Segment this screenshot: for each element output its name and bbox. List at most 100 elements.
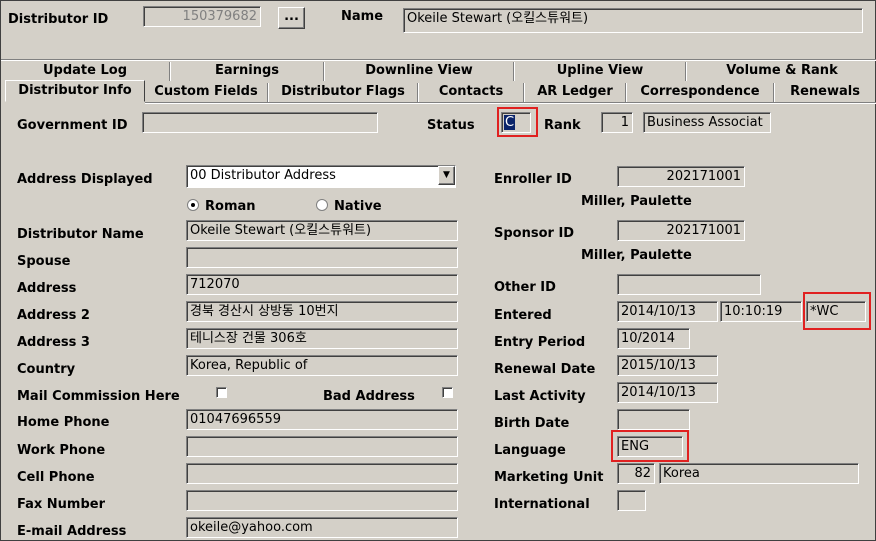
distributor-name-label: Distributor Name: [17, 227, 144, 242]
tab-distributor-flags-label: Distributor Flags: [281, 84, 405, 99]
mail-commission-label: Mail Commission Here: [17, 389, 180, 404]
status-value: C: [504, 115, 516, 130]
tab-contacts[interactable]: Contacts: [419, 82, 523, 102]
lookup-button[interactable]: ...: [278, 7, 305, 29]
tab-earnings[interactable]: Earnings: [171, 61, 323, 81]
other-id-label: Other ID: [494, 280, 556, 295]
sponsor-id-label: Sponsor ID: [494, 226, 575, 241]
enroller-name: Miller, Paulette: [581, 194, 692, 209]
tab-custom-fields-label: Custom Fields: [154, 84, 258, 99]
tab-correspondence[interactable]: Correspondence: [627, 82, 773, 102]
last-activity-label: Last Activity: [494, 389, 586, 404]
government-id-field[interactable]: [142, 112, 378, 133]
sponsor-id-field[interactable]: 202171001: [617, 220, 745, 241]
marketing-unit-label: Marketing Unit: [494, 470, 604, 485]
tab-renewals-label: Renewals: [790, 84, 860, 99]
address3-field[interactable]: 테니스장 건물 306호: [186, 328, 458, 349]
address2-field[interactable]: 경북 경산시 상방동 10번지: [186, 301, 458, 322]
address-label: Address: [17, 281, 77, 296]
entered-date-field[interactable]: 2014/10/13: [617, 301, 718, 322]
country-label: Country: [17, 362, 76, 377]
rank-label: Rank: [544, 118, 581, 133]
last-activity-field[interactable]: 2014/10/13: [617, 382, 718, 403]
rank-field[interactable]: 1: [601, 112, 633, 133]
tab-ar-ledger[interactable]: AR Ledger: [525, 82, 625, 102]
native-radio[interactable]: [316, 199, 328, 211]
tab-correspondence-label: Correspondence: [640, 84, 760, 99]
address2-label: Address 2: [17, 308, 90, 323]
native-label: Native: [334, 199, 382, 214]
entered-label: Entered: [494, 308, 552, 323]
home-phone-field[interactable]: 01047696559: [186, 409, 458, 430]
spouse-field[interactable]: [186, 247, 458, 268]
home-phone-label: Home Phone: [17, 415, 110, 430]
roman-label: Roman: [205, 199, 256, 214]
distributor-window: Distributor ID 150379682 ... Name Okeile…: [0, 0, 876, 541]
entered-code-field[interactable]: *WC: [806, 301, 866, 322]
language-label: Language: [494, 443, 566, 458]
renewal-date-field[interactable]: 2015/10/13: [617, 355, 718, 376]
other-id-field[interactable]: [617, 274, 761, 295]
enroller-id-label: Enroller ID: [494, 172, 572, 187]
distributor-name-field[interactable]: Okeile Stewart (오킬스튜워트): [186, 220, 458, 241]
address-field[interactable]: 712070: [186, 274, 458, 295]
tab-update-log[interactable]: Update Log: [1, 61, 169, 81]
mail-commission-checkbox[interactable]: [216, 387, 227, 398]
rank-description-field[interactable]: Business Associat: [643, 112, 771, 133]
chevron-down-icon[interactable]: ▼: [438, 166, 455, 185]
tab-volume-rank[interactable]: Volume & Rank: [687, 61, 876, 81]
entry-period-field[interactable]: 10/2014: [617, 328, 690, 349]
language-field[interactable]: ENG: [617, 436, 683, 457]
address3-label: Address 3: [17, 335, 90, 350]
distributor-id-label: Distributor ID: [8, 12, 109, 27]
cell-phone-field[interactable]: [186, 463, 458, 484]
work-phone-label: Work Phone: [17, 443, 106, 458]
tab-renewals[interactable]: Renewals: [775, 82, 875, 102]
bad-address-label: Bad Address: [323, 389, 415, 404]
tab-custom-fields[interactable]: Custom Fields: [145, 82, 267, 102]
bad-address-checkbox[interactable]: [442, 387, 453, 398]
distributor-id-field[interactable]: 150379682: [143, 6, 261, 27]
address-displayed-select[interactable]: 00 Distributor Address ▼: [186, 165, 456, 188]
tab-downline-view[interactable]: Downline View: [325, 61, 513, 81]
address-displayed-label: Address Displayed: [17, 172, 153, 187]
fax-number-label: Fax Number: [17, 497, 106, 512]
roman-radio[interactable]: [187, 199, 199, 211]
entry-period-label: Entry Period: [494, 335, 586, 350]
international-label: International: [494, 497, 590, 512]
tab-downline-view-label: Downline View: [365, 63, 473, 78]
entered-time-field[interactable]: 10:10:19: [720, 301, 802, 322]
tab-distributor-info[interactable]: Distributor Info: [5, 80, 145, 102]
marketing-unit-code-field[interactable]: 82: [617, 463, 655, 484]
tab-contacts-label: Contacts: [438, 84, 504, 99]
email-field[interactable]: okeile@yahoo.com: [186, 517, 458, 538]
tab-distributor-flags[interactable]: Distributor Flags: [269, 82, 417, 102]
country-field[interactable]: Korea, Republic of: [186, 355, 458, 376]
government-id-label: Government ID: [17, 118, 128, 133]
fax-number-field[interactable]: [186, 490, 458, 511]
tab-upline-view[interactable]: Upline View: [515, 61, 685, 81]
birth-date-label: Birth Date: [494, 416, 570, 431]
tab-ar-ledger-label: AR Ledger: [537, 84, 613, 99]
spouse-label: Spouse: [17, 254, 71, 269]
tab-panel-top-border: [145, 102, 876, 104]
tab-upline-view-label: Upline View: [556, 63, 644, 78]
status-field[interactable]: C: [501, 112, 531, 133]
tab-earnings-label: Earnings: [214, 63, 280, 78]
tab-volume-rank-label: Volume & Rank: [726, 63, 838, 78]
status-label: Status: [427, 118, 475, 133]
tab-distributor-info-label: Distributor Info: [18, 83, 132, 98]
international-field[interactable]: [617, 490, 646, 511]
renewal-date-label: Renewal Date: [494, 362, 596, 377]
name-field[interactable]: Okeile Stewart (오킬스튜워트): [403, 8, 863, 33]
birth-date-field[interactable]: [617, 409, 690, 430]
enroller-id-field[interactable]: 202171001: [617, 166, 745, 187]
sponsor-name: Miller, Paulette: [581, 248, 692, 263]
cell-phone-label: Cell Phone: [17, 470, 95, 485]
email-label: E-mail Address: [17, 524, 127, 539]
marketing-unit-name-field[interactable]: Korea: [659, 463, 859, 484]
address-displayed-value: 00 Distributor Address: [190, 168, 336, 183]
name-label: Name: [341, 9, 384, 24]
work-phone-field[interactable]: [186, 436, 458, 457]
tab-update-log-label: Update Log: [42, 63, 128, 78]
